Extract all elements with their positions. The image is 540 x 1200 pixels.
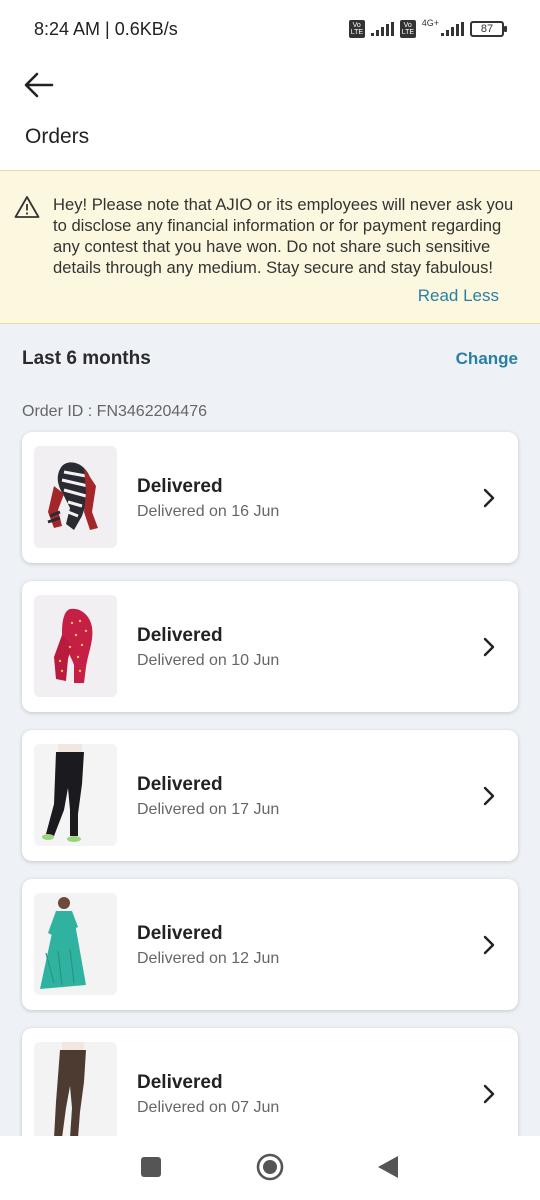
delivery-date: Delivered on 12 Jun — [137, 950, 280, 967]
product-thumbnail-brown-leggings — [34, 1042, 117, 1136]
status-time: 8:24 AM | 0.6KB/s — [34, 19, 178, 39]
chevron-right-icon — [482, 636, 496, 658]
order-card[interactable]: Delivered Delivered on 16 Jun — [22, 432, 518, 563]
delivery-date: Delivered on 17 Jun — [137, 801, 280, 818]
back-arrow-icon[interactable] — [22, 68, 56, 102]
chevron-right-icon — [482, 934, 496, 956]
read-less-link[interactable]: Read Less — [418, 286, 499, 306]
order-status: Delivered — [137, 1072, 223, 1093]
product-thumbnail-scarf-pink — [34, 595, 117, 697]
order-card[interactable]: Delivered Delivered on 10 Jun — [22, 581, 518, 712]
signal-icon — [441, 22, 464, 36]
page-title: Orders — [25, 125, 90, 148]
order-card[interactable]: Delivered Delivered on 17 Jun — [22, 730, 518, 861]
order-status: Delivered — [137, 923, 223, 944]
order-card[interactable]: Delivered Delivered on 07 Jun — [22, 1028, 518, 1136]
status-icons: Vo LTE Vo LTE 4G+ 87 — [348, 18, 507, 38]
orders-list-area: Last 6 months Change Order ID : FN346220… — [0, 324, 540, 1136]
order-status: Delivered — [137, 625, 223, 646]
top-bar: Orders — [0, 58, 540, 170]
recents-square-icon[interactable] — [140, 1156, 162, 1183]
home-circle-icon[interactable] — [256, 1153, 284, 1186]
back-triangle-icon[interactable] — [377, 1155, 399, 1184]
status-bar: 8:24 AM | 0.6KB/s Vo LTE Vo LTE 4G+ 87 — [0, 0, 540, 58]
product-thumbnail-black-jeggings — [34, 744, 117, 846]
system-nav-bar — [0, 1136, 540, 1200]
notice-text: Hey! Please note that AJIO or its employ… — [53, 195, 514, 277]
order-status: Delivered — [137, 476, 223, 497]
product-thumbnail-teal-kurta — [34, 893, 117, 995]
network-type: 4G+ — [421, 18, 439, 28]
order-card[interactable]: Delivered Delivered on 12 Jun — [22, 879, 518, 1010]
delivery-date: Delivered on 10 Jun — [137, 652, 280, 669]
chevron-right-icon — [482, 785, 496, 807]
date-range-label: Last 6 months — [22, 348, 151, 369]
delivery-date: Delivered on 16 Jun — [137, 503, 280, 520]
security-notice: Hey! Please note that AJIO or its employ… — [0, 170, 540, 324]
battery-icon: 87 — [470, 21, 507, 37]
chevron-right-icon — [482, 487, 496, 509]
order-status: Delivered — [137, 774, 223, 795]
volte-icon: Vo LTE — [348, 20, 365, 38]
volte-icon: Vo LTE — [399, 20, 416, 38]
change-range-button[interactable]: Change — [456, 349, 518, 369]
delivery-date: Delivered on 07 Jun — [137, 1099, 280, 1116]
product-thumbnail-scarf-striped — [34, 446, 117, 548]
signal-icon — [370, 22, 394, 36]
chevron-right-icon — [482, 1083, 496, 1105]
warning-icon — [14, 195, 40, 219]
order-id: Order ID : FN3462204476 — [22, 403, 207, 420]
